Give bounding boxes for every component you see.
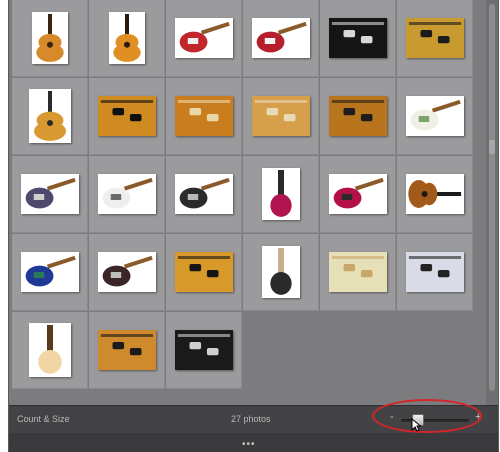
guitar-image bbox=[269, 170, 292, 217]
guitar-image bbox=[174, 252, 233, 292]
photo-cell[interactable] bbox=[89, 312, 165, 389]
photo-thumbnail[interactable] bbox=[31, 12, 68, 64]
photo-cell[interactable] bbox=[89, 0, 165, 77]
guitar-image bbox=[328, 96, 387, 136]
photo-cell[interactable] bbox=[397, 78, 473, 155]
photo-cell[interactable] bbox=[320, 156, 396, 233]
photo-thumbnail[interactable] bbox=[405, 96, 464, 136]
photo-cell[interactable] bbox=[12, 312, 88, 389]
photo-cell[interactable] bbox=[12, 156, 88, 233]
photo-thumbnail[interactable] bbox=[328, 18, 387, 58]
resize-grip-icon[interactable]: ••• bbox=[242, 439, 256, 450]
photo-thumbnail[interactable] bbox=[174, 18, 233, 58]
photo-thumbnail[interactable] bbox=[405, 18, 464, 58]
photo-thumbnail[interactable] bbox=[28, 323, 71, 377]
photo-cell[interactable] bbox=[320, 78, 396, 155]
photo-cell[interactable] bbox=[89, 234, 165, 311]
photo-thumbnail[interactable] bbox=[20, 174, 79, 214]
photo-thumbnail[interactable] bbox=[174, 174, 233, 214]
photo-cell[interactable] bbox=[320, 234, 396, 311]
guitar-image bbox=[405, 18, 464, 58]
photo-thumbnail[interactable] bbox=[97, 96, 156, 136]
photo-cell[interactable] bbox=[12, 0, 88, 77]
guitar-image bbox=[25, 255, 76, 287]
photo-thumbnail[interactable] bbox=[97, 252, 156, 292]
mouse-pointer-icon bbox=[411, 418, 421, 432]
photo-cell[interactable] bbox=[89, 156, 165, 233]
photo-cell[interactable] bbox=[166, 156, 242, 233]
guitar-image bbox=[256, 21, 307, 53]
guitar-image bbox=[174, 96, 233, 136]
photo-cell[interactable] bbox=[12, 78, 88, 155]
scrollbar-grip[interactable] bbox=[489, 140, 495, 154]
guitar-image bbox=[37, 325, 62, 374]
guitar-image bbox=[97, 96, 156, 136]
photo-cell[interactable] bbox=[243, 78, 319, 155]
guitar-image bbox=[97, 330, 156, 370]
photo-thumbnail[interactable] bbox=[328, 174, 387, 214]
photo-thumbnail[interactable] bbox=[328, 252, 387, 292]
photo-cell[interactable] bbox=[243, 0, 319, 77]
photo-cell[interactable] bbox=[166, 78, 242, 155]
guitar-image bbox=[179, 177, 230, 209]
photo-thumbnail[interactable] bbox=[405, 252, 464, 292]
photo-thumbnail[interactable] bbox=[251, 18, 310, 58]
photo-thumbnail[interactable] bbox=[97, 174, 156, 214]
guitar-image bbox=[102, 177, 153, 209]
photo-thumbnail[interactable] bbox=[405, 174, 464, 214]
photo-cell[interactable] bbox=[89, 78, 165, 155]
count-size-label: Count & Size bbox=[17, 414, 70, 424]
guitar-image bbox=[407, 180, 461, 208]
photo-cell[interactable] bbox=[166, 234, 242, 311]
photo-thumbnail[interactable] bbox=[261, 168, 300, 220]
photo-grid bbox=[12, 0, 473, 389]
photo-cell[interactable] bbox=[397, 234, 473, 311]
guitar-image bbox=[25, 177, 76, 209]
photo-cell[interactable] bbox=[12, 234, 88, 311]
photo-thumbnail[interactable] bbox=[174, 96, 233, 136]
guitar-image bbox=[35, 14, 64, 62]
photo-cell[interactable] bbox=[243, 156, 319, 233]
guitar-image bbox=[102, 255, 153, 287]
photo-cell[interactable] bbox=[397, 0, 473, 77]
library-grid-window: Count & Size 27 photos - + ••• bbox=[9, 0, 498, 452]
photo-grid-area bbox=[9, 0, 486, 405]
photo-thumbnail[interactable] bbox=[328, 96, 387, 136]
guitar-image bbox=[410, 99, 461, 131]
photo-thumbnail[interactable] bbox=[174, 330, 233, 370]
photo-thumbnail[interactable] bbox=[174, 252, 233, 292]
photo-thumbnail[interactable] bbox=[28, 89, 71, 143]
guitar-image bbox=[328, 18, 387, 58]
photo-thumbnail[interactable] bbox=[108, 12, 145, 64]
photo-cell[interactable] bbox=[320, 0, 396, 77]
guitar-image bbox=[405, 252, 464, 292]
guitar-image bbox=[33, 91, 66, 141]
guitar-image bbox=[269, 248, 292, 295]
photo-thumbnail[interactable] bbox=[251, 96, 310, 136]
photo-cell[interactable] bbox=[166, 0, 242, 77]
panel-resize-bar[interactable]: ••• bbox=[9, 433, 498, 452]
scrollbar-thumb[interactable] bbox=[489, 4, 495, 391]
guitar-image bbox=[179, 21, 230, 53]
photo-thumbnail[interactable] bbox=[261, 246, 300, 298]
photo-thumbnail[interactable] bbox=[20, 252, 79, 292]
photo-cell[interactable] bbox=[166, 312, 242, 389]
guitar-image bbox=[174, 330, 233, 370]
photo-count-label: 27 photos bbox=[231, 414, 271, 424]
photo-cell[interactable] bbox=[243, 234, 319, 311]
vertical-scrollbar[interactable] bbox=[486, 0, 498, 405]
guitar-image bbox=[333, 177, 384, 209]
photo-cell[interactable] bbox=[397, 156, 473, 233]
photo-thumbnail[interactable] bbox=[97, 330, 156, 370]
guitar-image bbox=[251, 96, 310, 136]
guitar-image bbox=[112, 14, 141, 62]
annotation-ellipse bbox=[372, 399, 482, 433]
guitar-image bbox=[328, 252, 387, 292]
